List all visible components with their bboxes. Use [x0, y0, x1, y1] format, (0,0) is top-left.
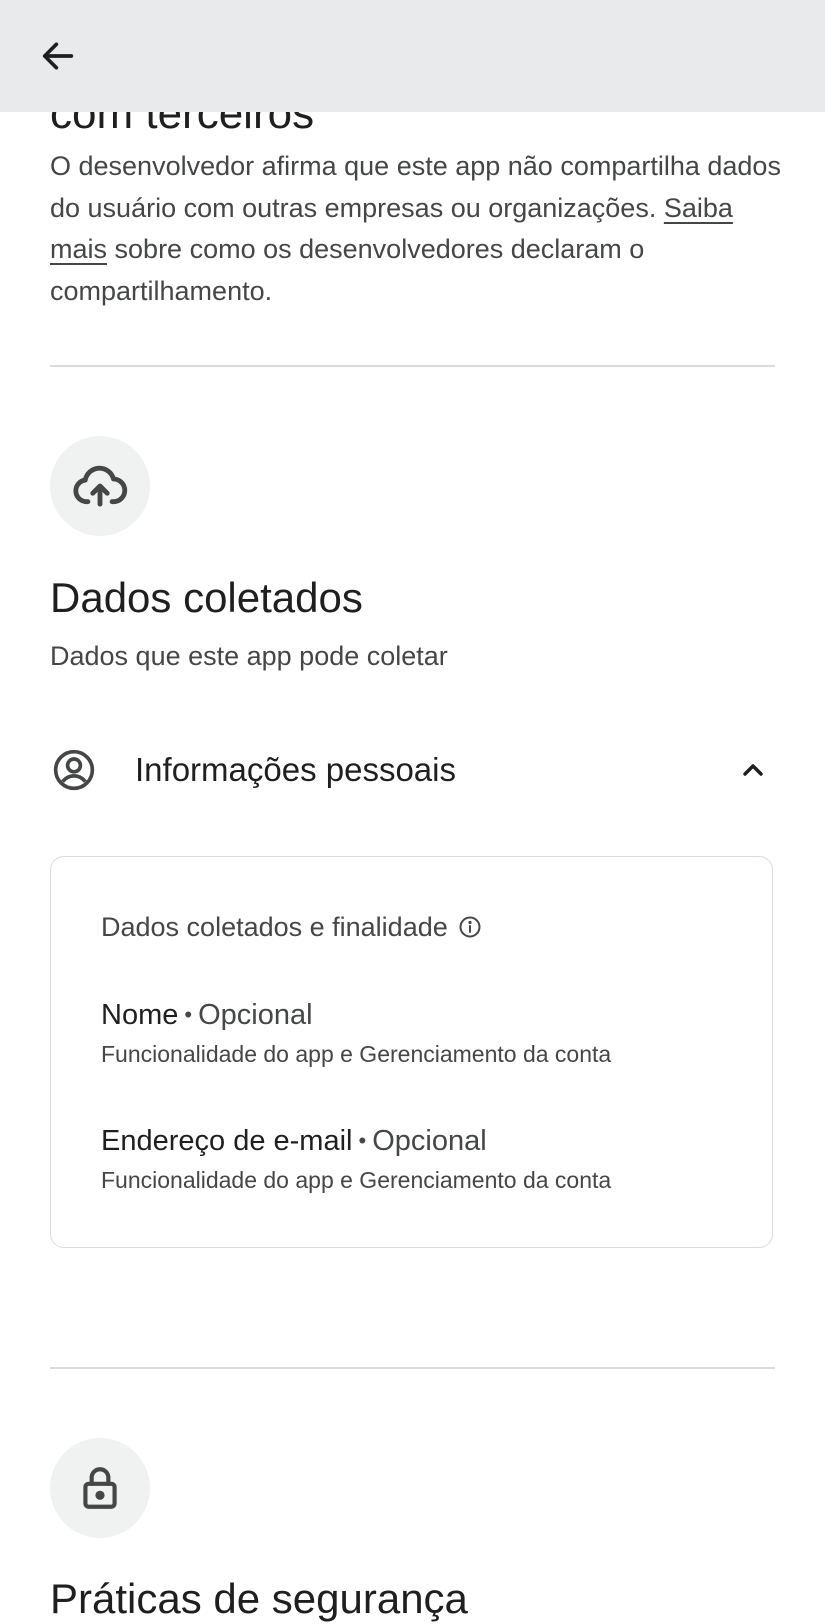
scroll-content[interactable]: com terceiros O desenvolvedor afirma que…: [0, 0, 825, 1622]
data-item-purpose: Funcionalidade do app e Gerenciamento da…: [101, 1041, 612, 1067]
data-item-status: Opcional: [198, 999, 313, 1031]
top-app-bar: [0, 0, 825, 112]
chevron-up-icon[interactable]: [737, 754, 769, 786]
category-personal-info[interactable]: Informações pessoais: [50, 740, 775, 800]
data-item-label: Nome: [101, 999, 179, 1031]
card-header: Dados coletados e finalidade: [101, 909, 482, 945]
separator-dot: •: [184, 1002, 193, 1027]
info-icon[interactable]: [458, 915, 482, 939]
separator-dot: •: [358, 1128, 367, 1153]
data-item-label: Endereço de e-mail: [101, 1125, 353, 1157]
back-button[interactable]: [30, 28, 86, 84]
data-item-email: Endereço de e-mail • Opcional Funcionalida…: [101, 1123, 611, 1197]
data-item-name: Nome • Opcional Funcionalidade do app e Ge…: [101, 997, 611, 1071]
data-collected-title: Dados coletados: [50, 574, 363, 621]
arrow-back-icon: [42, 42, 74, 70]
data-item-status: Opcional: [372, 1125, 487, 1157]
category-label: Informações pessoais: [135, 751, 456, 788]
data-collected-subtitle: Dados que este app pode coletar: [50, 641, 448, 671]
section-divider: [50, 1367, 775, 1369]
section-divider: [50, 365, 775, 367]
sharing-description: O desenvolvedor afirma que este app não …: [50, 146, 785, 312]
data-details-card: Dados coletados e finalidade Nome • Opcion…: [50, 856, 773, 1248]
account-circle-icon: [53, 749, 95, 791]
lock-icon: [83, 1467, 117, 1509]
data-item-purpose: Funcionalidade do app e Gerenciamento da…: [101, 1167, 612, 1193]
card-header-label: Dados coletados e finalidade: [101, 912, 448, 942]
security-icon-container: [50, 1438, 150, 1538]
security-practices-title: Práticas de segurança: [50, 1575, 468, 1622]
cloud-upload-icon: [73, 465, 128, 507]
sharing-description-text-2: sobre como os desenvolvedores declaram o…: [50, 234, 645, 306]
data-collected-icon-container: [50, 436, 150, 536]
